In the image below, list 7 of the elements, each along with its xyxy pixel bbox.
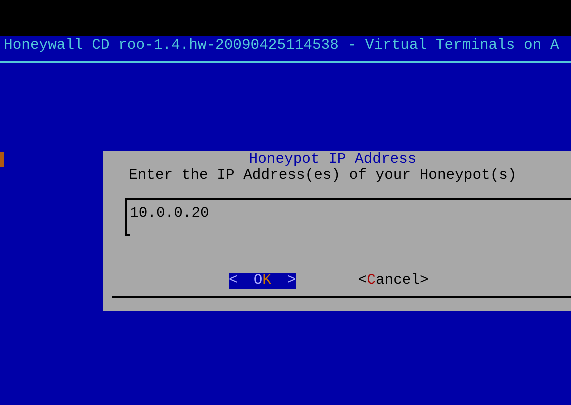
cursor-marker — [0, 152, 4, 167]
dialog-title: Honeypot IP Address — [249, 152, 417, 168]
header-title: Honeywall CD roo-1.4.hw-20090425114538 - Virtual Terminals on A — [4, 38, 560, 54]
dialog-button[interactable]: <Cancel> — [358, 273, 429, 289]
prompt-text: Enter the IP Address(es) of your Honeypot(s) — [129, 168, 517, 184]
dialog-button[interactable]: < OK > — [229, 273, 296, 289]
input-field[interactable]: 10.0.0.20 — [125, 198, 571, 236]
